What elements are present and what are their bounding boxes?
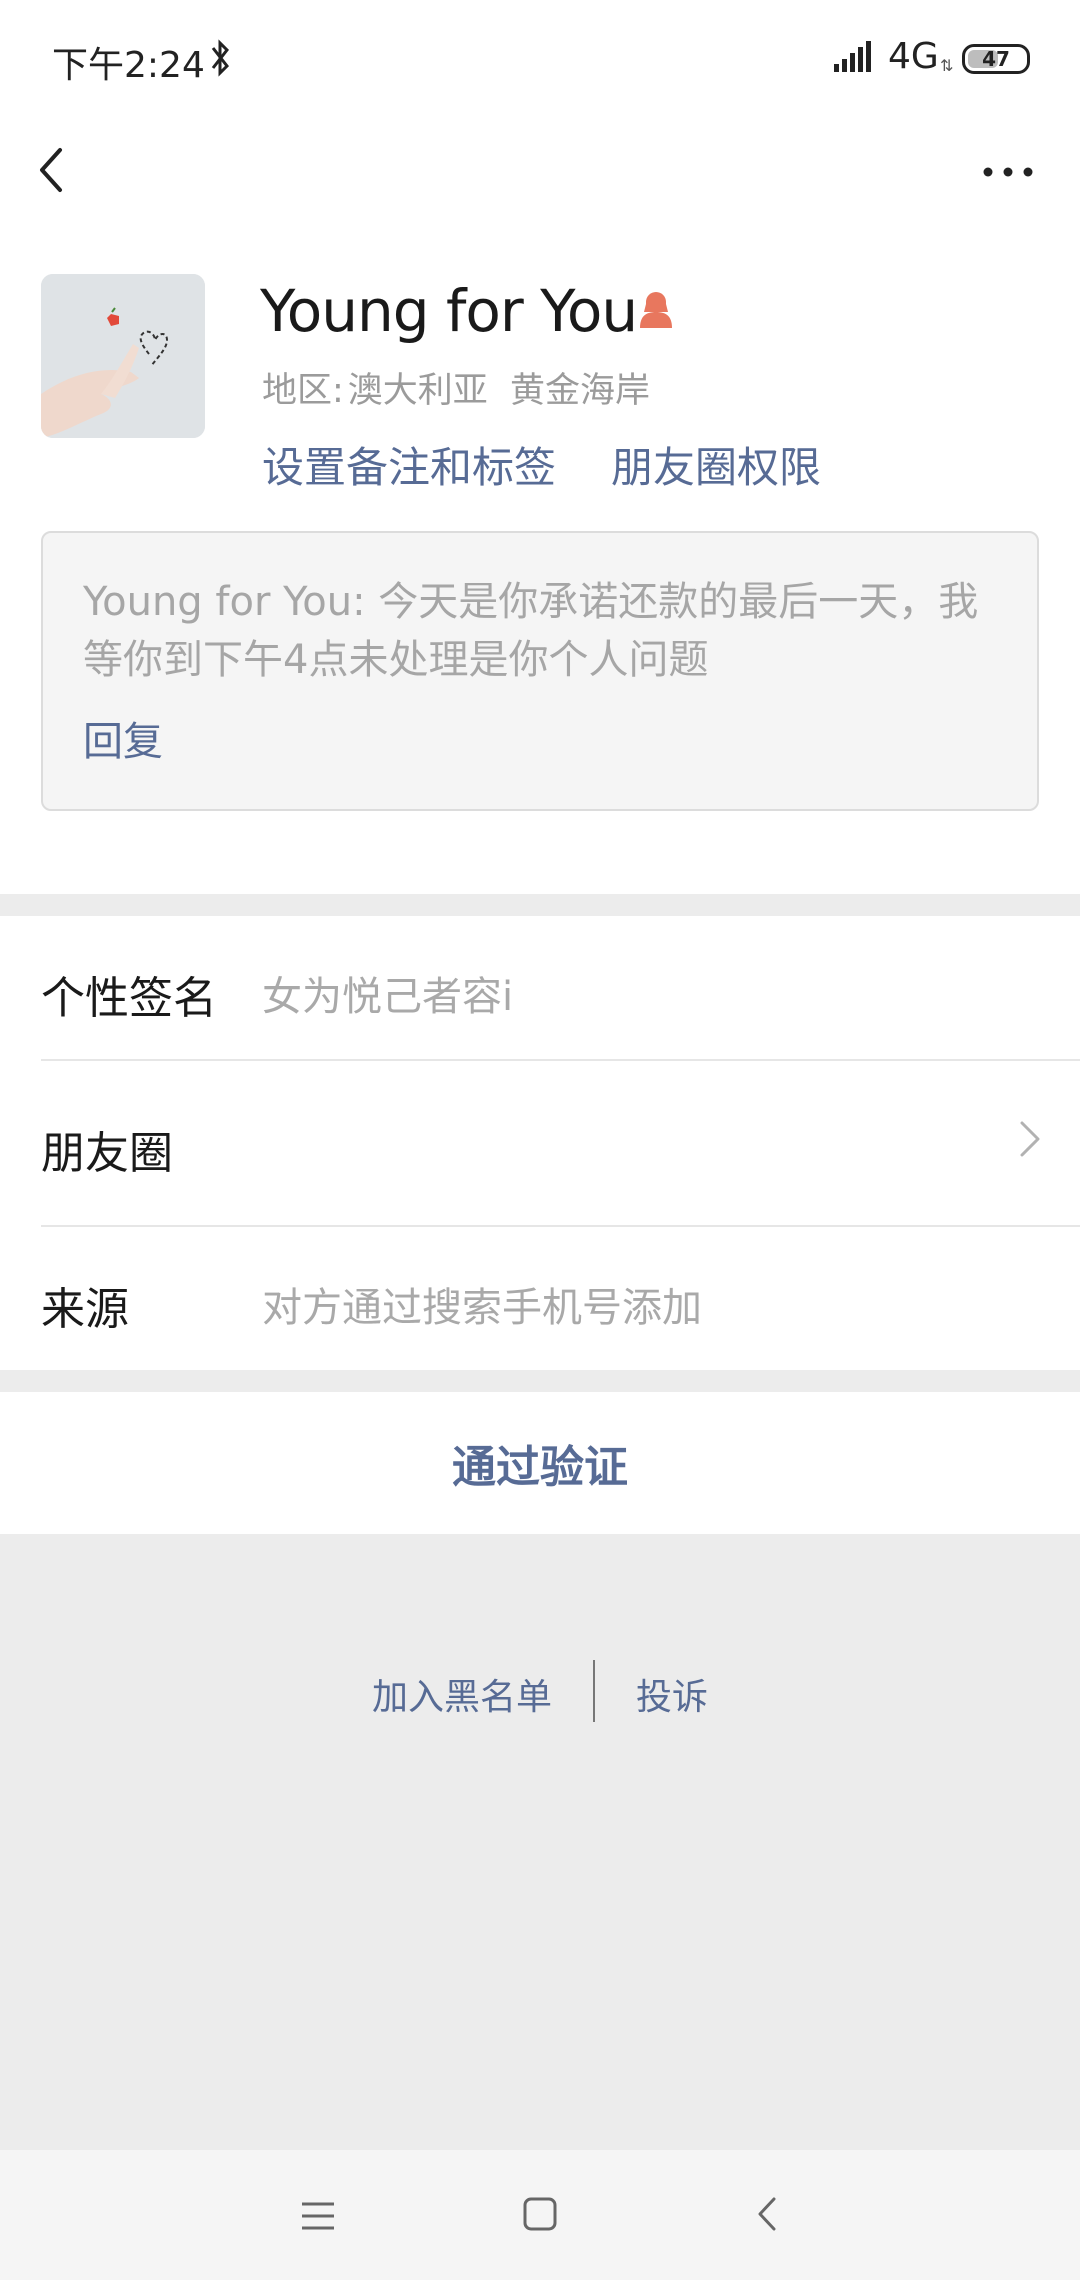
message-text: Young for You: 今天是你承诺还款的最后一天，我等你到下午4点未处理… [83, 579, 979, 683]
profile-name: Young for You [260, 277, 638, 345]
region-info: 地区: 澳大利亚 黄金海岸 [262, 362, 650, 413]
system-back-icon[interactable] [754, 2196, 782, 2236]
region-label: 地区: [262, 371, 344, 411]
details-list: 个性签名 女为悦己者容i 朋友圈 来源 对方通过搜索手机号添加 [0, 916, 1080, 1370]
status-bar: 下午2:24 4G ⇅ 47 [0, 0, 1080, 118]
more-dots-icon [980, 167, 1040, 194]
source-label: 来源 [41, 1284, 129, 1335]
source-value: 对方通过搜索手机号添加 [262, 1285, 702, 1331]
reply-link[interactable]: 回复 [83, 709, 163, 767]
region-value: 澳大利亚 黄金海岸 [347, 371, 651, 411]
female-icon [636, 288, 676, 334]
signal-icon [834, 40, 878, 76]
friend-request-message: Young for You: 今天是你承诺还款的最后一天，我等你到下午4点未处理… [41, 531, 1039, 811]
home-square-icon[interactable] [522, 2196, 558, 2236]
set-remark-link[interactable]: 设置备注和标签 [262, 434, 556, 495]
more-options-button[interactable] [980, 150, 1040, 190]
divider [593, 1660, 595, 1722]
network-type: 4G [888, 36, 939, 77]
back-button[interactable] [30, 140, 90, 200]
add-to-blacklist-link[interactable]: 加入黑名单 [372, 1668, 552, 1720]
avatar[interactable] [41, 274, 205, 438]
battery-indicator: 47 [962, 44, 1030, 74]
verify-button[interactable]: 通过验证 [0, 1392, 1080, 1534]
status-time: 下午2:24 [52, 45, 205, 86]
signature-value: 女为悦己者容i [262, 974, 514, 1020]
footer-links: 加入黑名单 投诉 [0, 1660, 1080, 1724]
chevron-right-icon [1018, 1117, 1042, 1165]
moments-permission-link[interactable]: 朋友圈权限 [611, 434, 821, 495]
system-navigation-bar [0, 2150, 1080, 2280]
moments-row[interactable]: 朋友圈 [0, 1061, 1080, 1225]
battery-level: 47 [982, 47, 1010, 71]
bluetooth-icon [210, 38, 230, 82]
source-row: 来源 对方通过搜索手机号添加 [0, 1227, 1080, 1370]
moments-label: 朋友圈 [41, 1128, 173, 1179]
signature-label: 个性签名 [41, 973, 217, 1024]
chevron-left-icon [30, 148, 90, 204]
menu-icon[interactable] [300, 2198, 336, 2238]
network-activity-icon: ⇅ [940, 56, 954, 75]
complain-link[interactable]: 投诉 [636, 1668, 708, 1720]
verify-label: 通过验证 [452, 1442, 628, 1493]
signature-row: 个性签名 女为悦己者容i [0, 916, 1080, 1060]
